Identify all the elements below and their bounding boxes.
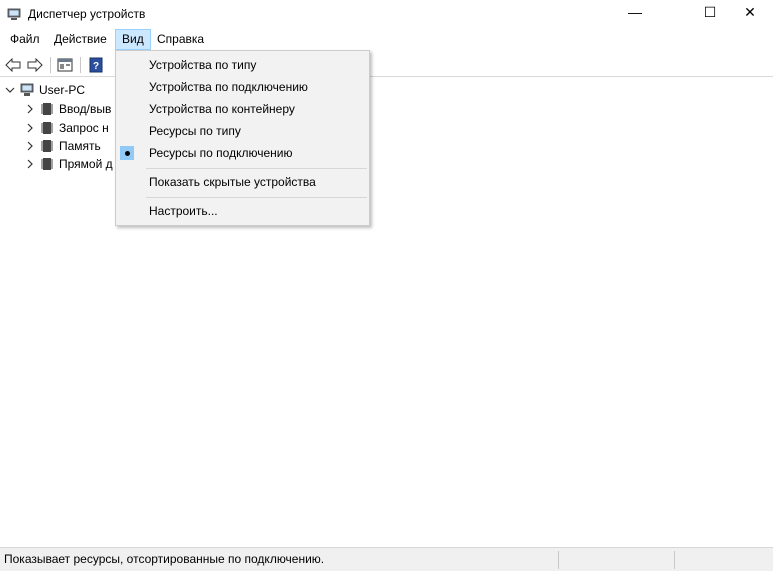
title-bar: Диспетчер устройств — ☐ ✕: [0, 0, 773, 28]
close-button[interactable]: ✕: [727, 0, 773, 24]
tree-item[interactable]: Ввод/выв: [24, 100, 111, 118]
chip-icon: [40, 121, 54, 135]
tree-item[interactable]: Запрос н: [24, 119, 109, 137]
maximize-icon: ☐: [703, 3, 717, 20]
chevron-right-icon[interactable]: [24, 158, 36, 170]
back-arrow-icon: [5, 58, 21, 72]
menu-action[interactable]: Действие: [48, 29, 113, 50]
tree-item[interactable]: Прямой д: [24, 155, 113, 173]
menu-file[interactable]: Файл: [4, 29, 46, 50]
menu-bar: Файл Действие Вид Справка: [0, 29, 773, 50]
svg-text:?: ?: [93, 61, 99, 72]
help-button[interactable]: ?: [86, 55, 106, 75]
status-bar: Показывает ресурсы, отсортированные по п…: [0, 547, 773, 571]
menu-item-resources-by-connection[interactable]: Ресурсы по подключению: [118, 142, 367, 164]
forward-arrow-icon: [27, 58, 43, 72]
tree-item-label: Запрос н: [59, 121, 109, 135]
tree-root[interactable]: User-PC: [4, 81, 85, 99]
status-divider: [674, 551, 675, 569]
menu-item-devices-by-type[interactable]: Устройства по типу: [118, 54, 367, 76]
chevron-down-icon[interactable]: [4, 84, 16, 96]
close-icon: ✕: [744, 3, 756, 20]
tree-item-label: Ввод/выв: [59, 102, 112, 116]
menu-view[interactable]: Вид: [115, 29, 151, 50]
chevron-right-icon[interactable]: [24, 140, 36, 152]
chip-icon: [40, 139, 54, 153]
toolbar-separator: [50, 57, 51, 73]
tree-root-label: User-PC: [39, 83, 86, 97]
chevron-right-icon[interactable]: [24, 122, 36, 134]
chip-icon: [40, 102, 54, 116]
menu-help[interactable]: Справка: [151, 29, 210, 50]
status-text: Показывает ресурсы, отсортированные по п…: [4, 552, 325, 566]
device-manager-icon: [7, 8, 21, 20]
menu-separator: [146, 197, 367, 198]
tree-item-label: Память: [59, 139, 101, 153]
status-divider: [558, 551, 559, 569]
properties-button[interactable]: [55, 55, 75, 75]
window-title: Диспетчер устройств: [28, 7, 146, 21]
tree-item-label: Прямой д: [59, 157, 113, 171]
help-icon: ?: [89, 57, 103, 73]
back-button[interactable]: [3, 55, 23, 75]
forward-button[interactable]: [25, 55, 45, 75]
chip-icon: [40, 157, 54, 171]
view-menu-dropdown: Устройства по типу Устройства по подключ…: [115, 50, 370, 226]
menu-item-resources-by-type[interactable]: Ресурсы по типу: [118, 120, 367, 142]
menu-item-customize[interactable]: Настроить...: [118, 200, 367, 222]
chevron-right-icon[interactable]: [24, 103, 36, 115]
menu-item-devices-by-container[interactable]: Устройства по контейнеру: [118, 98, 367, 120]
minimize-icon: —: [628, 4, 642, 20]
menu-item-devices-by-connection[interactable]: Устройства по подключению: [118, 76, 367, 98]
computer-icon: [20, 83, 34, 97]
tree-item[interactable]: Память: [24, 137, 101, 155]
minimize-button[interactable]: —: [612, 0, 658, 24]
toolbar-separator: [80, 57, 81, 73]
menu-item-show-hidden-devices[interactable]: Показать скрытые устройства: [118, 171, 367, 193]
menu-separator: [146, 168, 367, 169]
properties-icon: [57, 58, 73, 72]
